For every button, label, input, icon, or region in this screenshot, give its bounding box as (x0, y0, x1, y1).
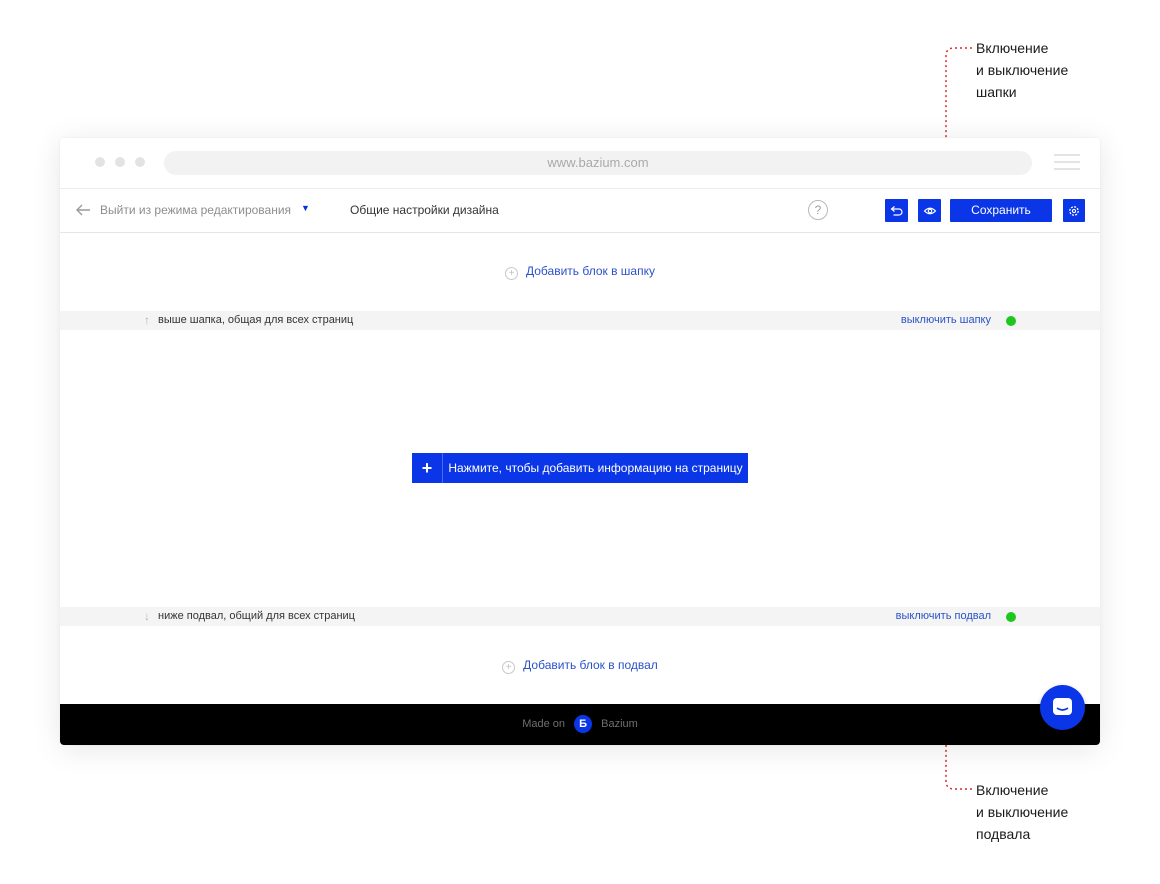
undo-button[interactable] (885, 199, 908, 222)
arrow-down-icon: ↓ (144, 609, 150, 623)
disable-footer-link[interactable]: выключить подвал (896, 607, 991, 626)
save-button[interactable]: Сохранить (950, 199, 1052, 222)
eye-icon (923, 207, 936, 214)
add-footer-block-link[interactable]: + Добавить блок в подвал (60, 658, 1100, 674)
address-bar[interactable]: www.bazium.com (164, 151, 1032, 175)
gear-icon (1069, 205, 1079, 216)
annotation-line: и выключение (976, 62, 1069, 78)
annotation-line: Включение (976, 782, 1049, 798)
arrow-up-icon: ↑ (144, 313, 150, 327)
brand-label[interactable]: Bazium (601, 718, 638, 730)
menu-icon[interactable] (1054, 154, 1080, 170)
help-icon[interactable]: ? (808, 200, 828, 220)
chat-button[interactable] (1040, 685, 1085, 730)
add-content-label: Нажмите, чтобы добавить информацию на ст… (448, 461, 743, 475)
annotation-header-toggle: Включение и выключение шапки (976, 37, 1068, 103)
settings-button[interactable] (1063, 199, 1085, 222)
preview-button[interactable] (918, 199, 941, 222)
undo-icon (890, 205, 903, 216)
site-footer: Made on Б Bazium (60, 704, 1100, 745)
chevron-down-icon[interactable]: ▼ (301, 203, 310, 213)
back-arrow-icon[interactable] (74, 201, 92, 219)
chat-icon (1053, 698, 1072, 715)
add-content-button[interactable]: + Нажмите, чтобы добавить информацию на … (412, 453, 748, 483)
header-strip-label: выше шапка, общая для всех страниц (158, 314, 354, 326)
add-footer-block-label: Добавить блок в подвал (523, 658, 658, 672)
browser-window: www.bazium.com Выйти из режима редактиро… (60, 138, 1100, 745)
add-header-block-label: Добавить блок в шапку (526, 264, 655, 278)
window-dot (95, 157, 105, 167)
plus-icon: + (412, 453, 443, 483)
browser-chrome: www.bazium.com (60, 138, 1100, 189)
window-dot (135, 157, 145, 167)
footer-strip: ↓ ниже подвал, общий для всех страниц вы… (60, 607, 1100, 626)
add-header-block-link[interactable]: + Добавить блок в шапку (60, 264, 1100, 280)
editor-toolbar: Выйти из режима редактирования ▼ Общие н… (60, 189, 1100, 233)
plus-circle-icon: + (502, 661, 516, 674)
design-settings-link[interactable]: Общие настройки дизайна (350, 203, 499, 217)
annotation-line: подвала (976, 826, 1031, 842)
annotation-line: и выключение (976, 804, 1069, 820)
footer-strip-label: ниже подвал, общий для всех страниц (158, 610, 355, 622)
window-dot (115, 157, 125, 167)
annotation-line: шапки (976, 84, 1017, 100)
annotation-footer-toggle: Включение и выключение подвала (976, 779, 1068, 845)
exit-edit-mode-link[interactable]: Выйти из режима редактирования (100, 203, 291, 217)
header-status-dot (1006, 316, 1016, 326)
footer-status-dot (1006, 612, 1016, 622)
annotation-line: Включение (976, 40, 1049, 56)
bazium-logo-icon: Б (574, 715, 593, 734)
disable-header-link[interactable]: выключить шапку (901, 311, 991, 330)
made-on-label: Made on (522, 718, 565, 730)
header-strip: ↑ выше шапка, общая для всех страниц вык… (60, 311, 1100, 330)
plus-circle-icon: + (505, 267, 518, 280)
header-add-area: + Добавить блок в шапку (60, 233, 1100, 311)
